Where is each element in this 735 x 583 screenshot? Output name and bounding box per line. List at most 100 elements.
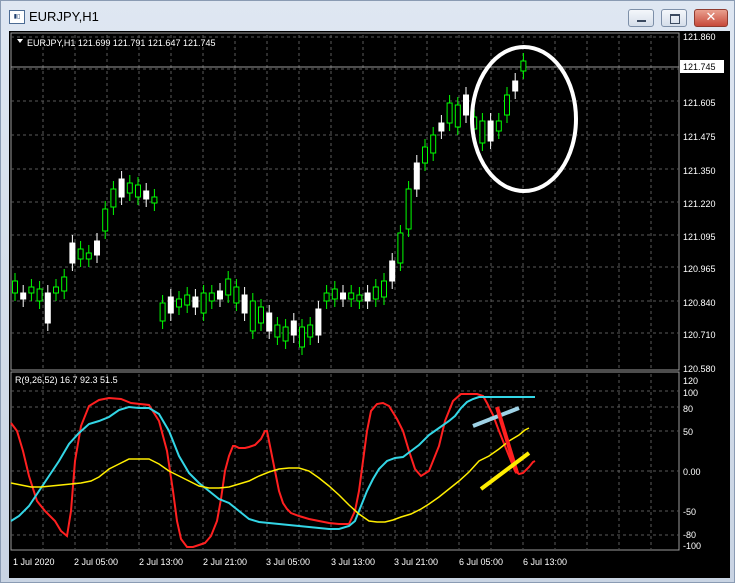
indicator-axis: 120 100 80 50 0.00 -50 -80 -100 (683, 376, 701, 551)
candle-body (430, 134, 437, 154)
indicator-tick: 0.00 (683, 467, 701, 477)
candle-body (258, 306, 264, 324)
maximize-icon (670, 14, 680, 24)
time-label: 2 Jul 13:00 (139, 557, 183, 567)
indicator-tick: -50 (683, 507, 696, 517)
chart-canvas[interactable]: EURJPY,H1 121.699 121.791 121.647 121.74… (9, 31, 730, 578)
candle-body (331, 288, 338, 300)
price-tick: 121.860 (683, 32, 716, 42)
candle-body (512, 80, 519, 92)
candle-body (356, 294, 363, 302)
chart-svg[interactable]: EURJPY,H1 121.699 121.791 121.647 121.74… (9, 31, 730, 578)
candle-body (94, 240, 100, 256)
time-label: 3 Jul 21:00 (394, 557, 438, 567)
candle-body (217, 290, 223, 300)
time-label: 2 Jul 21:00 (203, 557, 247, 567)
candle-body (405, 188, 412, 230)
candle-body (151, 196, 158, 204)
candle-body (233, 286, 240, 304)
candle-body (348, 292, 355, 300)
time-label: 3 Jul 05:00 (266, 557, 310, 567)
price-tick: 120.965 (683, 264, 716, 274)
candle-body (167, 296, 174, 314)
candle-body (274, 324, 281, 338)
candle-body (20, 292, 27, 300)
indicator-tick: 50 (683, 427, 693, 437)
candle-body (495, 120, 502, 132)
candle-body (282, 326, 289, 342)
price-tick: 121.220 (683, 199, 716, 209)
indicator-tick: 120 (683, 376, 698, 386)
indicator-label: R(9,26,52) 16.7 92.3 51.5 (15, 375, 118, 385)
candle-body (266, 312, 273, 332)
candle-body (135, 184, 141, 198)
candle-body (249, 300, 256, 332)
candle-body (241, 294, 248, 314)
current-price-label: 121.745 (683, 62, 716, 72)
candle-body (299, 326, 305, 348)
candle-body (413, 162, 420, 190)
candle-body (77, 248, 84, 260)
price-tick: 120.710 (683, 330, 716, 340)
minimize-icon (637, 20, 646, 22)
candle-body (208, 292, 215, 302)
chart-window: ▮▯ EURJPY,H1 ✕ EURJPY,H1 121.699 121.791… (0, 0, 735, 583)
candle-body (438, 122, 445, 132)
candle-body (69, 242, 76, 264)
candle-body (110, 188, 117, 208)
time-label: 1 Jul 2020 (13, 557, 55, 567)
candle-body (159, 302, 166, 322)
candle-body (290, 320, 297, 336)
candle-body (487, 120, 494, 142)
close-icon: ✕ (705, 10, 717, 25)
candle-body (184, 294, 191, 306)
candle-body (28, 286, 35, 294)
price-tick: 121.605 (683, 98, 716, 108)
time-label: 6 Jul 05:00 (459, 557, 503, 567)
minimize-button[interactable] (628, 9, 654, 27)
candle-body (323, 292, 330, 302)
candle-body (454, 104, 461, 128)
indicator-tick: 100 (683, 388, 698, 398)
candle-body (225, 278, 232, 296)
window-title: EURJPY,H1 (29, 9, 99, 24)
candle-body (340, 292, 346, 300)
candle-body (200, 292, 207, 314)
time-label: 3 Jul 13:00 (331, 557, 375, 567)
candle-body (176, 298, 182, 308)
candle-body (479, 120, 486, 144)
candle-body (53, 286, 59, 294)
candle-body (422, 146, 428, 164)
candle-body (44, 292, 51, 324)
candle-body (446, 102, 453, 124)
candle-body (12, 280, 18, 294)
price-tick: 121.095 (683, 232, 716, 242)
chart-window-icon: ▮▯ (9, 10, 25, 24)
time-axis: 1 Jul 2020 2 Jul 05:00 2 Jul 13:00 2 Jul… (13, 557, 567, 567)
collapse-triangle-icon[interactable] (17, 39, 23, 43)
time-label: 2 Jul 05:00 (74, 557, 118, 567)
candle-body (118, 178, 125, 198)
indicator-tick: -80 (683, 530, 696, 540)
candle-body (389, 260, 396, 282)
candle-body (85, 252, 92, 260)
candle-body (36, 288, 43, 302)
price-axis: 121.860 121.605 121.475 121.350 121.220 … (683, 32, 716, 374)
price-tick: 120.580 (683, 364, 716, 374)
candle-body (143, 190, 150, 200)
candle-body (463, 94, 469, 116)
candle-body (315, 308, 322, 336)
candle-body (192, 296, 199, 308)
candle-body (102, 208, 109, 232)
time-label: 6 Jul 13:00 (523, 557, 567, 567)
candle-body (364, 292, 371, 302)
price-tick: 120.840 (683, 298, 716, 308)
candle-body (372, 286, 379, 300)
close-button[interactable]: ✕ (694, 9, 728, 27)
candle-body (520, 60, 527, 72)
candles (12, 53, 527, 355)
candle-body (381, 280, 387, 298)
symbol-info-label: EURJPY,H1 121.699 121.791 121.647 121.74… (27, 38, 216, 48)
title-bar[interactable]: ▮▯ EURJPY,H1 ✕ (1, 1, 734, 31)
maximize-button[interactable] (661, 9, 687, 27)
